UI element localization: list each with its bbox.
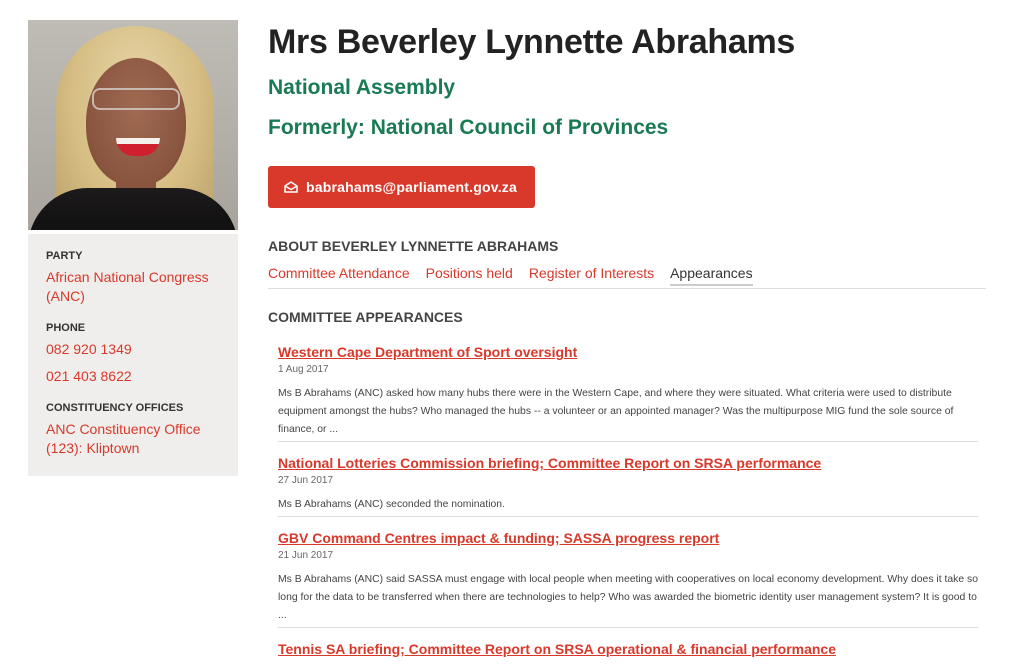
appearance-title-link[interactable]: GBV Command Centres impact & funding; SA… [278, 529, 978, 547]
appearance-date: 21 Jun 2017 [278, 550, 334, 561]
appearance-title-link[interactable]: Tennis SA briefing; Committee Report on … [278, 640, 978, 658]
profile-photo [28, 20, 238, 230]
profile-sidebar: PARTY African National Congress (ANC) PH… [28, 20, 238, 476]
tab-appearances[interactable]: Appearances [670, 264, 753, 286]
appearance-excerpt: Ms B Abrahams (ANC) said SASSA must enga… [278, 574, 978, 621]
appearance-excerpt: Ms B Abrahams (ANC) seconded the nominat… [278, 499, 505, 510]
appearance-date: 1 Aug 2017 [278, 364, 329, 375]
appearance-excerpt: Ms B Abrahams (ANC) asked how many hubs … [278, 388, 954, 435]
list-item: Western Cape Department of Sport oversig… [278, 343, 978, 442]
appearance-date: 27 Jun 2017 [278, 475, 334, 486]
former-house: Formerly: National Council of Provinces [268, 116, 669, 139]
envelope-icon [284, 181, 298, 193]
profile-main: Mrs Beverley Lynnette Abrahams National … [268, 22, 988, 672]
list-item: GBV Command Centres impact & funding; SA… [278, 529, 978, 628]
tab-register-of-interests[interactable]: Register of Interests [529, 264, 654, 288]
profile-info-panel: PARTY African National Congress (ANC) PH… [28, 234, 238, 476]
list-item: National Lotteries Commission briefing; … [278, 454, 978, 517]
email-button[interactable]: babrahams@parliament.gov.za [268, 166, 535, 208]
constituency-offices-label: CONSTITUENCY OFFICES [46, 402, 184, 414]
about-heading: ABOUT BEVERLEY LYNNETTE ABRAHAMS [268, 238, 559, 254]
current-house: National Assembly [268, 76, 456, 99]
phone-link-1[interactable]: 082 920 1349 [46, 340, 220, 359]
list-item: Tennis SA briefing; Committee Report on … [278, 640, 978, 660]
tab-positions-held[interactable]: Positions held [426, 264, 513, 288]
constituency-office-link[interactable]: ANC Constituency Office (123): Kliptown [46, 420, 220, 458]
party-label: PARTY [46, 250, 83, 262]
tab-committee-attendance[interactable]: Committee Attendance [268, 264, 410, 288]
appearance-title-link[interactable]: Western Cape Department of Sport oversig… [278, 343, 978, 361]
member-name: Mrs Beverley Lynnette Abrahams [268, 23, 796, 61]
appearances-list: Western Cape Department of Sport oversig… [278, 343, 978, 660]
committee-appearances-heading: COMMITTEE APPEARANCES [268, 309, 463, 325]
phone-label: PHONE [46, 322, 86, 334]
phone-link-2[interactable]: 021 403 8622 [46, 367, 220, 386]
email-address: babrahams@parliament.gov.za [306, 179, 517, 195]
appearance-title-link[interactable]: National Lotteries Commission briefing; … [278, 454, 978, 472]
party-link[interactable]: African National Congress (ANC) [46, 268, 220, 306]
profile-tabs: Committee Attendance Positions held Regi… [268, 264, 986, 289]
